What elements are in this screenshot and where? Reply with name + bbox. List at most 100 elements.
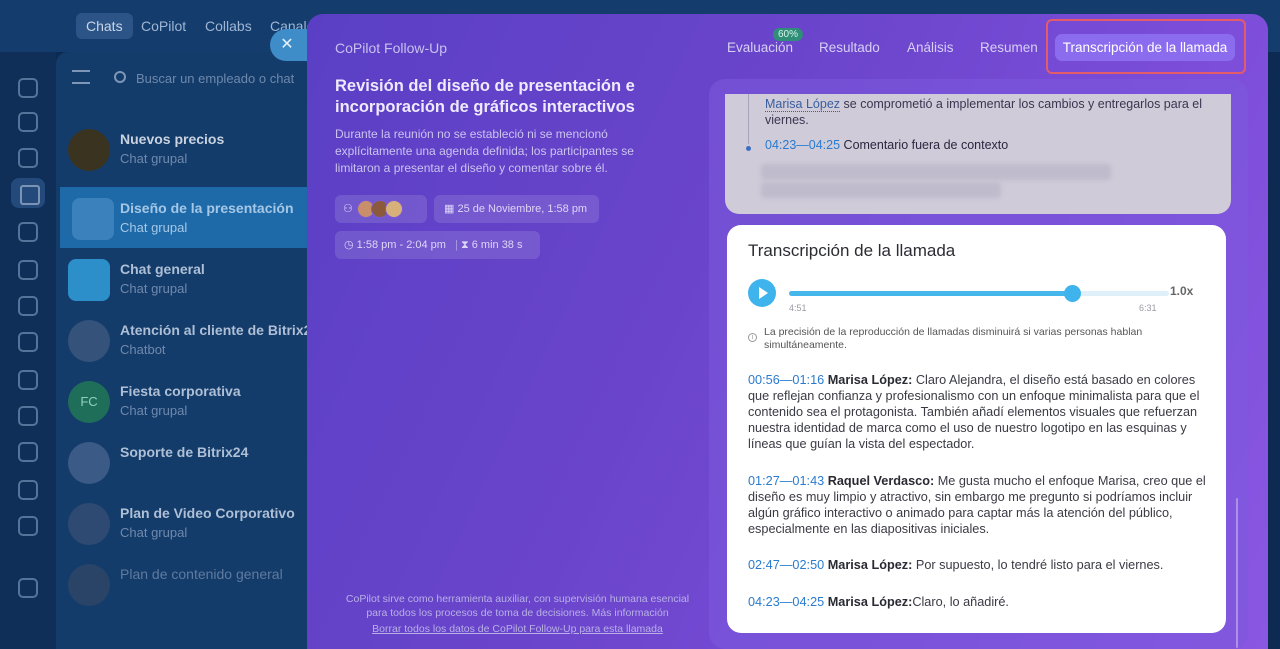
speaker-name: Marisa López: <box>827 595 913 609</box>
tab-collabs[interactable]: Collabs <box>205 13 252 39</box>
chat-name: Fiesta corporativa <box>120 383 241 399</box>
clock-icon: ◷ <box>344 239 354 251</box>
cart-icon[interactable] <box>18 516 38 536</box>
chat-subtitle: Chat grupal <box>120 281 188 296</box>
speaker-name: Raquel Verdasco: <box>827 474 935 488</box>
transcript-entry: 02:47—02:50 Marisa López: Por supuesto, … <box>748 557 1206 573</box>
chat-subtitle: Chat grupal <box>120 403 188 418</box>
chat-item[interactable]: Plan de contenido general <box>56 553 326 614</box>
avatar <box>384 200 403 219</box>
info-icon: i <box>748 333 757 342</box>
timeline-dot <box>746 146 751 151</box>
timestamp-link[interactable]: 01:27—01:43 <box>748 474 824 488</box>
entry-text: Por supuesto, lo tendré listo para el vi… <box>912 558 1164 572</box>
tab-transcripcion[interactable]: Transcripción de la llamada <box>1055 34 1235 61</box>
event-title: Revisión del diseño de presentación e in… <box>335 77 635 116</box>
duration: 6 min 38 s <box>471 239 523 251</box>
checklist-icon[interactable] <box>18 370 38 390</box>
total-time: 6:31 <box>1139 303 1157 313</box>
chat-subtitle: Chat grupal <box>120 525 188 540</box>
activity-icon[interactable] <box>18 78 38 98</box>
blurred-text <box>761 182 1001 198</box>
chat-list: Buscar un empleado o chat Nuevos precios… <box>56 52 326 649</box>
chat-item-selected[interactable]: Diseño de la presentación Chat grupal <box>60 187 326 248</box>
tab-analisis[interactable]: Análisis <box>907 40 954 55</box>
transcript-entry: 00:56—01:16 Marisa López: Claro Alejandr… <box>748 372 1206 452</box>
avatar <box>68 259 110 301</box>
meeting-date: 25 de Noviembre, 1:58 pm <box>457 203 588 215</box>
filter-icon[interactable] <box>18 406 38 426</box>
goals-icon[interactable] <box>18 480 38 500</box>
messages-icon[interactable] <box>18 148 38 168</box>
chat-item[interactable]: FC Fiesta corporativa Chat grupal <box>56 370 326 431</box>
delete-data-link[interactable]: Borrar todos los datos de CoPilot Follow… <box>335 623 700 635</box>
chat-name: Chat general <box>120 261 205 277</box>
avatar <box>68 320 110 362</box>
chat-item[interactable]: Atención al cliente de Bitrix2 Chatbot <box>56 309 326 370</box>
participants-chip[interactable]: ⚇ <box>335 195 427 223</box>
chat-item[interactable]: Chat general Chat grupal <box>56 248 326 309</box>
chat-subtitle: Chatbot <box>120 342 166 357</box>
timestamp-link[interactable]: 04:23—04:25 <box>765 138 840 152</box>
mail-icon[interactable] <box>18 296 38 316</box>
filter-icon[interactable] <box>72 70 90 84</box>
time-range: 1:58 pm - 2:04 pm <box>356 239 446 251</box>
progress-handle[interactable] <box>1064 285 1082 302</box>
timestamp-link[interactable]: 04:23—04:25 <box>748 595 824 609</box>
summary-text: Marisa López se comprometió a implementa… <box>765 96 1215 128</box>
calendar-icon: ▦ <box>444 203 455 215</box>
contacts-icon[interactable] <box>18 332 38 352</box>
play-button[interactable] <box>748 279 776 307</box>
speaker-name: Marisa López: <box>827 373 913 387</box>
speaker-name: Marisa López: <box>827 558 913 572</box>
summary-card: Marisa López se comprometió a implementa… <box>725 94 1231 214</box>
tab-resultado[interactable]: Resultado <box>819 40 880 55</box>
tab-evaluacion[interactable]: Evaluación <box>727 40 793 55</box>
score-badge: 60% <box>773 28 804 41</box>
transcript-entry: 01:27—01:43 Raquel Verdasco: Me gusta mu… <box>748 473 1206 537</box>
scrollbar[interactable] <box>1236 498 1238 648</box>
chat-item[interactable]: Nuevos precios Chat grupal <box>56 118 326 179</box>
entry-text: Claro, lo añadiré. <box>912 595 1009 609</box>
chat-name: Diseño de la presentación <box>120 200 294 216</box>
accuracy-notice: La precisión de la reproducción de llama… <box>764 326 1143 351</box>
avatar <box>72 198 114 240</box>
chat-name: Plan de Video Corporativo <box>120 505 295 521</box>
avatar <box>68 442 110 484</box>
timeline-line <box>748 94 749 144</box>
schedule-icon[interactable] <box>18 442 38 462</box>
avatar: FC <box>68 381 110 423</box>
calendar-icon[interactable] <box>11 178 45 208</box>
settings-icon[interactable] <box>18 578 38 598</box>
disclaimer-text: CoPilot sirve como herramienta auxiliar,… <box>345 593 690 619</box>
timestamp-link[interactable]: 00:56—01:16 <box>748 373 824 387</box>
summary-item-text: Comentario fuera de contexto <box>840 138 1009 152</box>
progress-fill <box>789 291 1073 296</box>
chat-name: Soporte de Bitrix24 <box>120 444 249 460</box>
transcript-card: Transcripción de la llamada 4:51 6:31 1.… <box>727 225 1226 633</box>
transcript-title: Transcripción de la llamada <box>748 241 956 260</box>
chat-subtitle: Chat grupal <box>120 220 188 235</box>
date-chip: ▦ 25 de Noviembre, 1:58 pm <box>434 195 599 223</box>
close-panel-button[interactable]: ✕ <box>270 29 310 61</box>
chat-name: Plan de contenido general <box>120 566 283 582</box>
chat-name: Atención al cliente de Bitrix2 <box>120 322 312 338</box>
hourglass-icon: ⧗ <box>460 239 469 251</box>
chat-item[interactable]: Soporte de Bitrix24 <box>56 431 326 492</box>
drive-icon[interactable] <box>18 260 38 280</box>
search-input[interactable]: Buscar un empleado o chat <box>136 71 294 86</box>
tab-copilot[interactable]: CoPilot <box>141 13 186 39</box>
current-time: 4:51 <box>789 303 807 313</box>
tab-resumen[interactable]: Resumen <box>980 40 1038 55</box>
chat-item[interactable]: Plan de Video Corporativo Chat grupal <box>56 492 326 553</box>
documents-icon[interactable] <box>18 222 38 242</box>
timestamp-link[interactable]: 02:47—02:50 <box>748 558 824 572</box>
tasks-icon[interactable] <box>18 112 38 132</box>
time-chip: ◷ 1:58 pm - 2:04 pm | ⧗ 6 min 38 s <box>335 231 540 259</box>
avatar <box>68 129 110 171</box>
audio-progress-slider[interactable] <box>789 285 1169 302</box>
blurred-text <box>761 164 1111 180</box>
tab-chats[interactable]: Chats <box>76 13 133 39</box>
playback-speed-button[interactable]: 1.0x <box>1170 284 1193 298</box>
person-link[interactable]: Marisa López <box>765 97 841 112</box>
